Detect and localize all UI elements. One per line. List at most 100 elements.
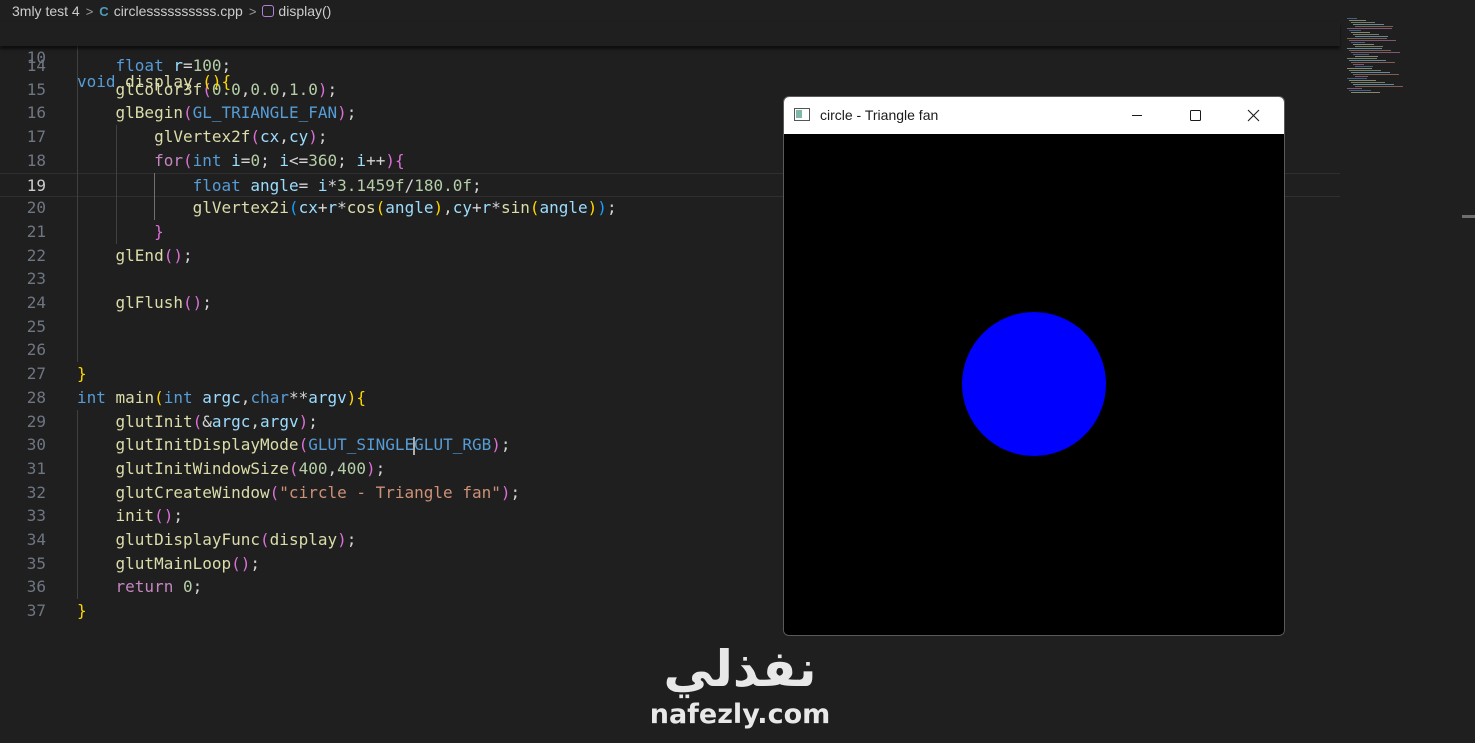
code-token: , xyxy=(240,387,251,407)
minimap-line xyxy=(1349,20,1366,21)
code-text: init(); xyxy=(77,504,183,528)
line-number: 18 xyxy=(26,150,46,170)
chevron-right-icon: > xyxy=(248,3,257,19)
code-token: display xyxy=(125,72,193,91)
code-token: cx xyxy=(260,127,280,147)
code-token: int xyxy=(77,387,106,407)
code-token: ; xyxy=(346,530,357,549)
app-window-icon xyxy=(794,108,810,121)
minimap[interactable] xyxy=(1343,18,1413,98)
code-token: ( xyxy=(269,482,280,502)
minimap-line xyxy=(1355,26,1393,27)
maximize-icon[interactable] xyxy=(1166,97,1224,134)
line-number: 32 xyxy=(26,482,46,502)
minimap-line xyxy=(1351,72,1390,73)
indent-guide xyxy=(154,172,156,220)
code-token: ) xyxy=(597,198,607,218)
minimap-line xyxy=(1349,60,1386,61)
code-token: 3.1459f xyxy=(337,175,405,195)
code-token: * xyxy=(491,198,501,218)
minimap-line xyxy=(1353,74,1399,75)
code-text: for(int i=0; i<=360; i++){ xyxy=(77,149,405,173)
code-line: 10 void display (){ xyxy=(0,22,1340,91)
line-number: 20 xyxy=(26,198,46,218)
indent-guide xyxy=(115,125,117,244)
code-token: ) xyxy=(317,79,328,99)
code-token: & xyxy=(202,411,212,431)
minimap-line xyxy=(1351,42,1365,43)
close-icon[interactable] xyxy=(1224,97,1282,134)
breadcrumb-file[interactable]: circlessssssssss.cpp xyxy=(114,3,243,19)
code-token: { xyxy=(356,387,367,407)
minimap-line xyxy=(1355,36,1388,37)
code-token: , xyxy=(327,458,338,478)
minimize-icon[interactable] xyxy=(1108,97,1166,134)
code-text: glutInit(&argc,argv); xyxy=(77,410,318,434)
minimap-line xyxy=(1355,56,1378,57)
code-token: ; xyxy=(260,150,280,170)
code-text: glEnd(); xyxy=(77,244,193,268)
code-token: ) xyxy=(337,103,347,123)
minimap-line xyxy=(1347,28,1392,29)
watermark-arabic: نفذلي xyxy=(663,640,817,698)
minimap-line xyxy=(1355,76,1368,77)
code-token: ( xyxy=(288,198,299,218)
minimap-line xyxy=(1349,40,1396,41)
code-token: () xyxy=(231,553,251,573)
minimap-line xyxy=(1347,38,1387,39)
code-text: } xyxy=(77,362,87,386)
code-token: GLUT_SINGLE xyxy=(308,435,415,455)
watermark-logo: نفذلي nafezly.com xyxy=(640,640,840,743)
code-token: 180.0f xyxy=(414,175,472,195)
code-text: } xyxy=(77,220,164,244)
vertical-scrollbar[interactable] xyxy=(1460,0,1475,743)
code-token: r xyxy=(327,198,338,218)
code-token: 0.0 xyxy=(250,79,280,99)
code-token: / xyxy=(404,175,415,195)
code-token: glutDisplayFunc xyxy=(115,530,261,549)
code-token: glVertex2i xyxy=(192,198,289,218)
code-text: glutInitDisplayMode(GLUT_SINGLEGLUT_RGB)… xyxy=(77,433,511,457)
minimap-line xyxy=(1347,88,1362,89)
code-token: ) xyxy=(385,150,395,170)
minimap-line xyxy=(1349,30,1361,31)
sticky-scroll-line[interactable]: 10 void display (){ xyxy=(0,22,1340,91)
minimap-line xyxy=(1347,58,1377,59)
line-number: 29 xyxy=(26,411,46,431)
code-token: ; xyxy=(173,506,183,526)
code-token: r xyxy=(481,198,492,218)
breadcrumb-symbol[interactable]: display() xyxy=(278,3,331,19)
code-token: ; xyxy=(500,435,511,455)
code-token: cy xyxy=(288,127,309,147)
glut-window[interactable]: circle - Triangle fan xyxy=(783,96,1285,636)
code-token: ( xyxy=(260,530,270,549)
line-number: 10 xyxy=(26,48,46,67)
code-token: angle xyxy=(385,198,434,218)
breadcrumb-folder[interactable]: 3mly test 4 xyxy=(12,3,80,19)
code-token: GL_TRIANGLE_FAN xyxy=(192,103,338,123)
code-token: i xyxy=(356,150,367,170)
code-token: cos xyxy=(346,198,376,218)
code-token: ( xyxy=(288,458,299,478)
minimap-line xyxy=(1347,48,1382,49)
window-titlebar[interactable]: circle - Triangle fan xyxy=(784,97,1284,134)
code-token: ; xyxy=(202,293,212,312)
gl-canvas xyxy=(784,134,1284,634)
code-token: <= xyxy=(288,150,309,170)
minimap-line xyxy=(1353,84,1394,85)
code-token: } xyxy=(77,601,87,621)
line-number: 27 xyxy=(26,364,46,384)
code-token: , xyxy=(443,198,453,218)
line-number: 25 xyxy=(26,316,46,336)
